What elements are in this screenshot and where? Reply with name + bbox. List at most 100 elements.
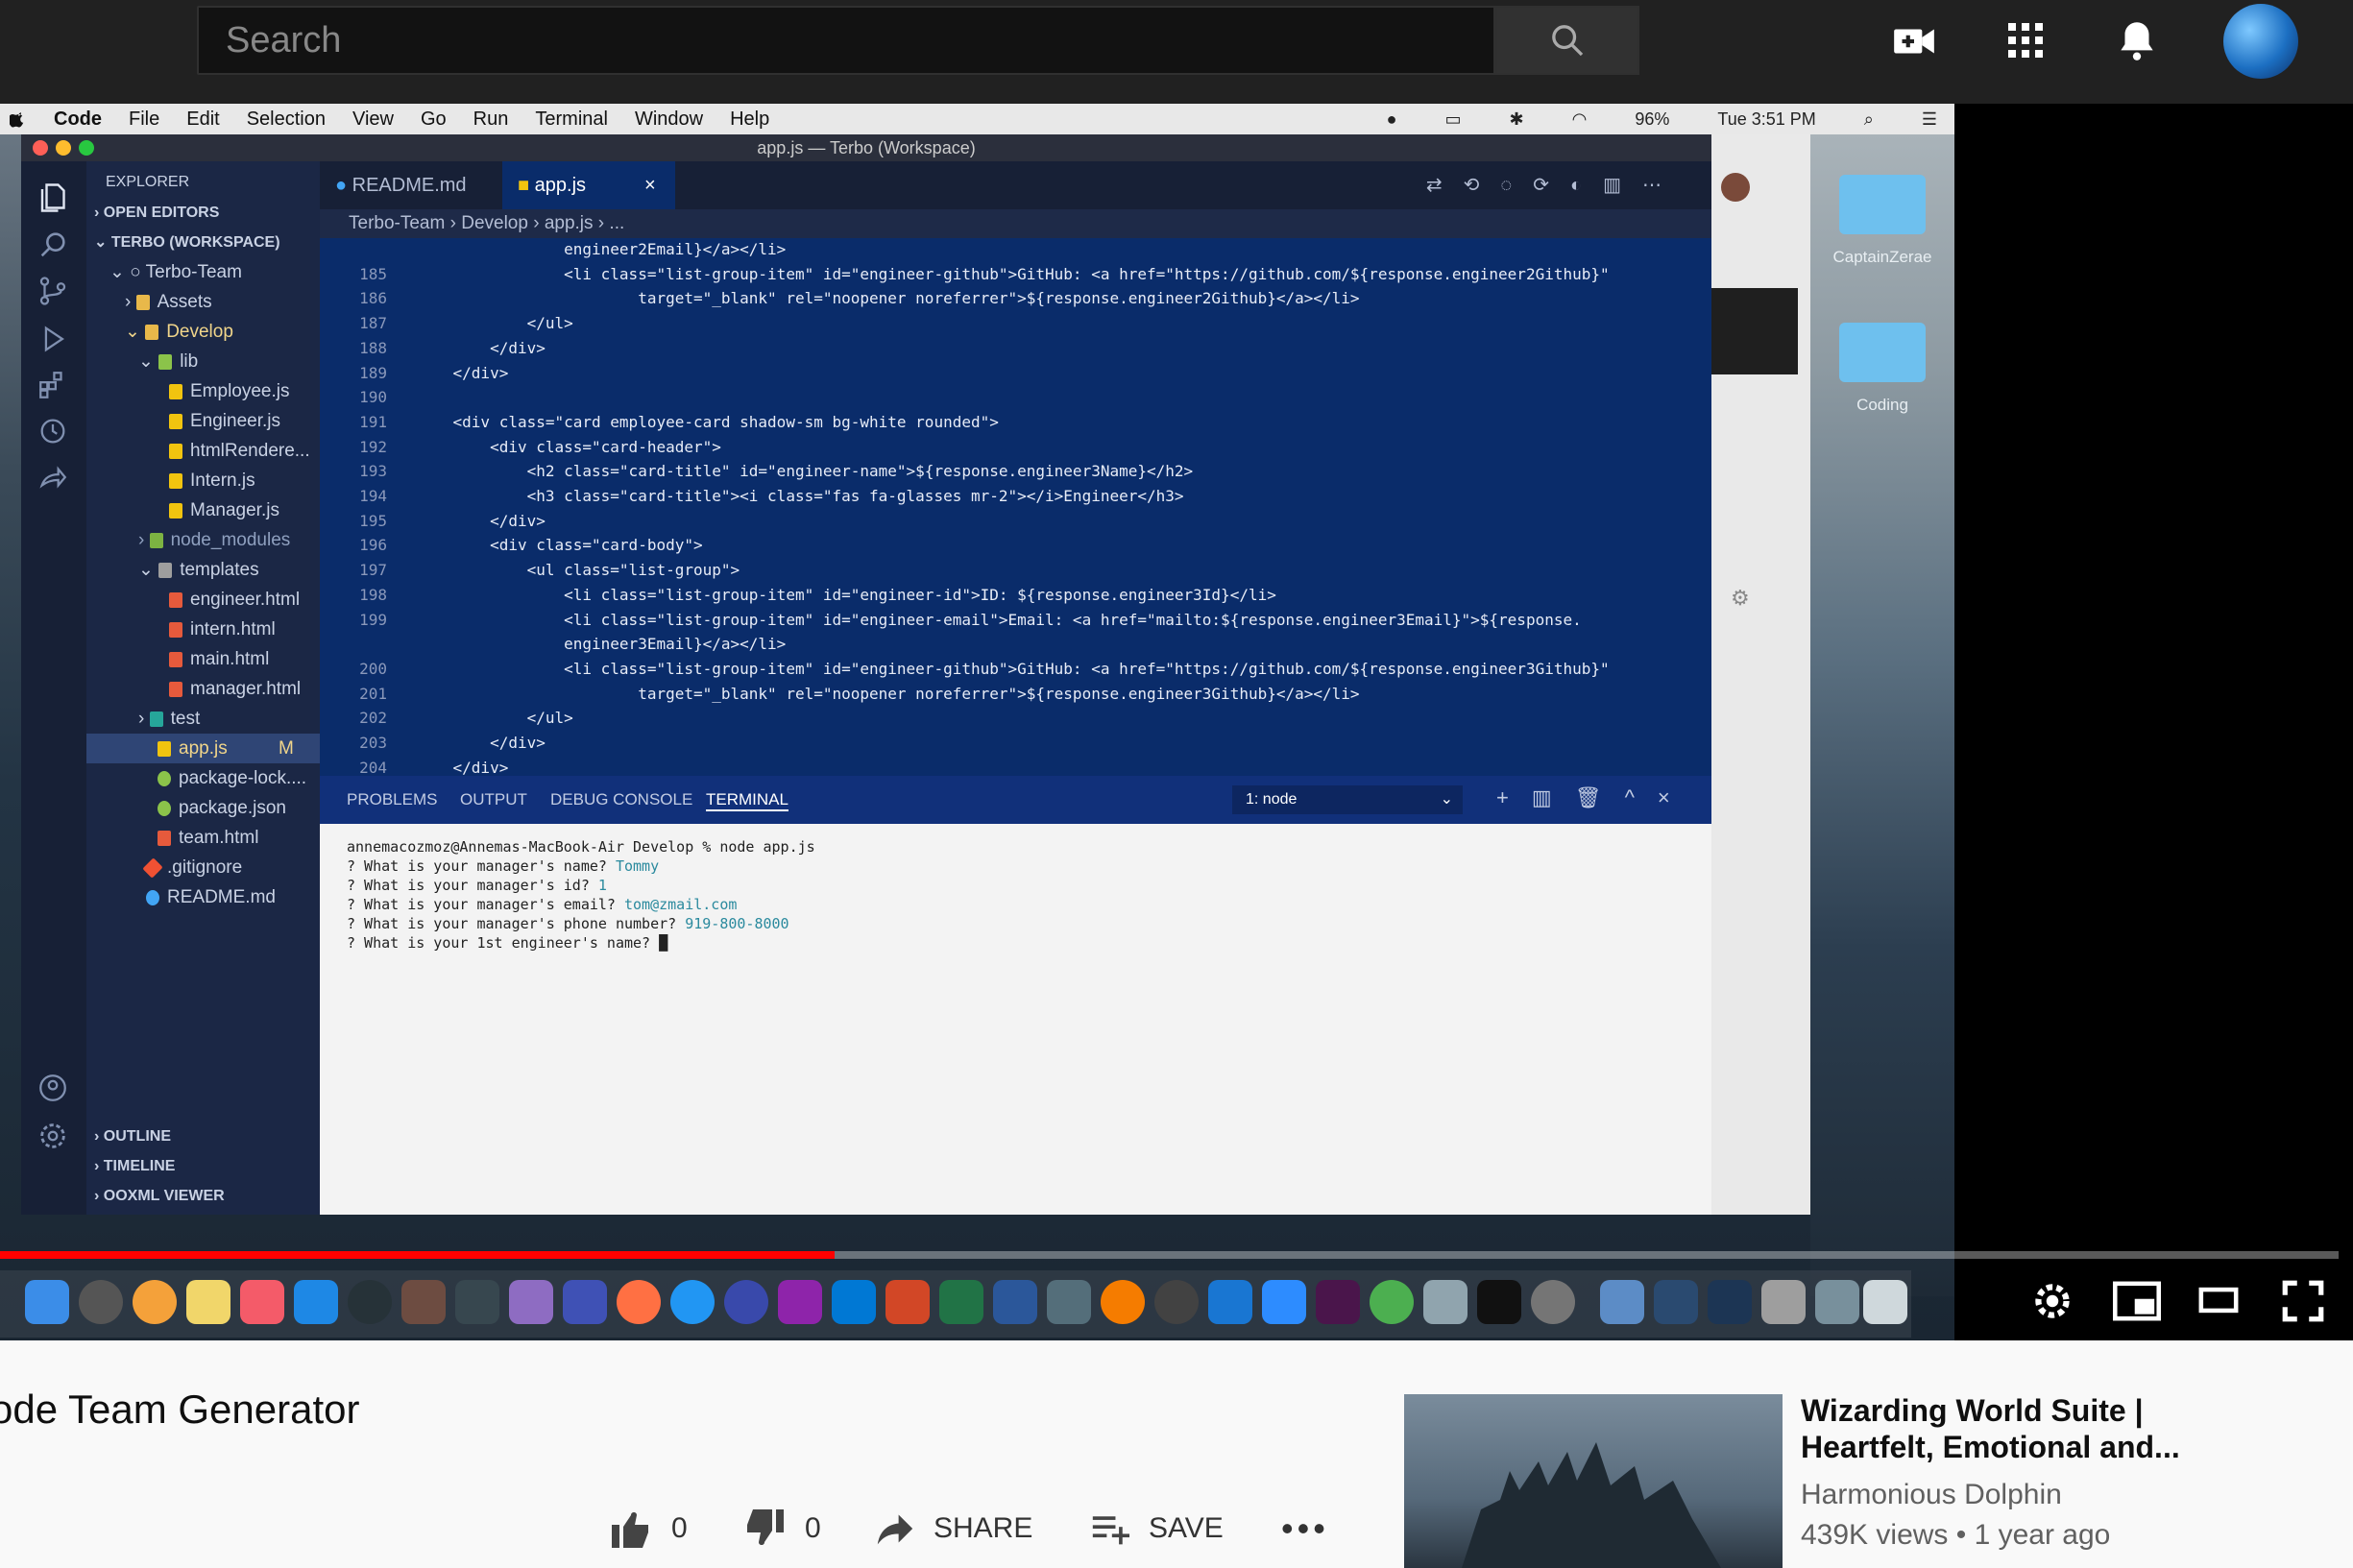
terminal[interactable]: annemacozmoz@Annemas-MacBook-Air Develop… <box>320 824 1711 1215</box>
code-line[interactable]: 194 <h3 class="card-title"><i class="fas… <box>320 487 1711 510</box>
vectornator-icon[interactable] <box>563 1280 607 1324</box>
app-icon[interactable] <box>724 1280 768 1324</box>
code-line[interactable]: 192 <div class="card-header"> <box>320 438 1711 461</box>
tab-debug-console[interactable]: DEBUG CONSOLE <box>550 790 692 809</box>
tab-app-js[interactable]: ■ app.js × <box>502 161 675 209</box>
outlook-icon[interactable] <box>832 1280 876 1324</box>
finder-icon[interactable] <box>25 1280 69 1324</box>
tree-item[interactable]: package-lock.... <box>86 763 320 793</box>
app-icon[interactable] <box>1047 1280 1091 1324</box>
apps-icon[interactable] <box>2002 17 2049 63</box>
zoom-icon[interactable] <box>1262 1280 1306 1324</box>
excel-icon[interactable] <box>939 1280 983 1324</box>
fullscreen-icon[interactable] <box>2279 1277 2327 1325</box>
downloads-stack-icon[interactable] <box>1600 1280 1644 1324</box>
photos-icon[interactable] <box>133 1280 177 1324</box>
tree-item[interactable]: ⌄ ○ Terbo-Team <box>86 257 320 287</box>
menu-view[interactable]: View <box>352 109 394 131</box>
code-line[interactable]: engineer3Email}</a></li> <box>320 635 1711 658</box>
tree-item[interactable]: ⌄ Develop <box>86 317 320 347</box>
like-button[interactable]: 0 <box>608 1509 688 1548</box>
preview-icon[interactable] <box>1423 1280 1468 1324</box>
tab-terminal[interactable]: TERMINAL <box>706 790 788 811</box>
bluetooth-icon[interactable]: ✱ <box>1510 109 1524 130</box>
tree-item[interactable]: README.md <box>86 882 320 912</box>
accounts-icon[interactable] <box>36 1072 69 1104</box>
code-line[interactable]: 201 target="_blank" rel="noopener norefe… <box>320 685 1711 708</box>
github-icon[interactable] <box>1154 1280 1199 1324</box>
code-line[interactable]: 191 <div class="card employee-card shado… <box>320 413 1711 436</box>
trash-icon[interactable] <box>1863 1280 1907 1324</box>
stack-icon[interactable] <box>1761 1280 1806 1324</box>
menu-help[interactable]: Help <box>730 109 769 131</box>
close-window-button[interactable] <box>33 140 48 156</box>
tree-item[interactable]: engineer.html <box>86 585 320 615</box>
tree-item[interactable]: Intern.js <box>86 466 320 495</box>
menu-file[interactable]: File <box>129 109 159 131</box>
search-button[interactable] <box>1495 6 1639 75</box>
menu-code[interactable]: Code <box>54 109 102 131</box>
tree-item[interactable]: intern.html <box>86 615 320 644</box>
outline-section[interactable]: › OUTLINE <box>86 1122 320 1151</box>
source-control-icon[interactable] <box>36 275 69 307</box>
app-icon[interactable] <box>1101 1280 1145 1324</box>
claquette-icon[interactable] <box>401 1280 446 1324</box>
more-actions-icon[interactable]: ••• <box>1281 1508 1329 1548</box>
vscode-icon[interactable] <box>1208 1280 1252 1324</box>
code-line[interactable]: 188 </div> <box>320 339 1711 362</box>
search-input[interactable]: Search <box>197 6 1495 75</box>
code-line[interactable]: 196 <div class="card-body"> <box>320 536 1711 559</box>
panel-actions[interactable]: +▥🗑︎^× <box>1496 785 1693 810</box>
spotlight-icon[interactable]: ⌕ <box>1864 109 1874 130</box>
code-line[interactable]: 203 </div> <box>320 734 1711 757</box>
terminal-icon[interactable] <box>1477 1280 1521 1324</box>
menu-go[interactable]: Go <box>421 109 447 131</box>
code-line[interactable]: 195 </div> <box>320 512 1711 535</box>
manage-gear-icon[interactable] <box>36 1120 69 1152</box>
search-icon[interactable] <box>36 229 69 261</box>
breadcrumb-item[interactable]: ... <box>609 213 624 233</box>
minimize-window-button[interactable] <box>56 140 71 156</box>
screenshot-icon[interactable] <box>455 1280 499 1324</box>
recommended-video-channel[interactable]: Harmonious Dolphin <box>1801 1479 2062 1511</box>
tree-item[interactable]: › Assets <box>86 287 320 317</box>
tree-item[interactable]: Employee.js <box>86 376 320 406</box>
terminal-select[interactable]: 1: node ⌄ <box>1232 785 1463 814</box>
breadcrumb-item[interactable]: Develop <box>461 213 528 233</box>
tab-output[interactable]: OUTPUT <box>460 790 527 809</box>
safari-icon[interactable] <box>670 1280 715 1324</box>
extensions-icon[interactable] <box>36 369 69 401</box>
microphone-icon[interactable]: ● <box>1387 109 1397 130</box>
app-store-icon[interactable] <box>294 1280 338 1324</box>
tree-item[interactable]: Engineer.js <box>86 406 320 436</box>
tree-item[interactable]: main.html <box>86 644 320 674</box>
powerpoint-icon[interactable] <box>885 1280 930 1324</box>
tab-problems[interactable]: PROBLEMS <box>347 790 437 809</box>
code-line[interactable]: 186 target="_blank" rel="noopener norefe… <box>320 289 1711 312</box>
airplay-icon[interactable]: ▭ <box>1445 109 1462 130</box>
notifications-icon[interactable] <box>2113 15 2161 65</box>
share-button[interactable]: SHARE <box>874 1509 1032 1548</box>
wifi-icon[interactable]: ◠ <box>1572 109 1588 130</box>
dislike-button[interactable]: 0 <box>741 1509 821 1548</box>
code-line[interactable]: 198 <li class="list-group-item" id="engi… <box>320 586 1711 609</box>
close-tab-icon[interactable]: × <box>644 161 656 209</box>
recommended-video-thumbnail[interactable] <box>1404 1394 1783 1568</box>
app-icon[interactable] <box>778 1280 822 1324</box>
quicktime-icon[interactable] <box>348 1280 392 1324</box>
control-center-icon[interactable]: ☰ <box>1922 109 1937 130</box>
timeline-icon[interactable] <box>36 415 69 447</box>
code-editor[interactable]: engineer2Email}</a></li> 185 <li class="l… <box>320 238 1711 776</box>
code-line[interactable]: 189 </div> <box>320 364 1711 387</box>
tree-item[interactable]: ⌄ lib <box>86 347 320 376</box>
stack-icon[interactable] <box>1815 1280 1859 1324</box>
chrome-icon[interactable] <box>1370 1280 1414 1324</box>
video-player[interactable]: CaptainZerae Coding Code File Edit Selec… <box>0 104 2353 1340</box>
breadcrumb-item[interactable]: app.js <box>545 213 594 233</box>
create-video-icon[interactable] <box>1890 17 1938 65</box>
editor-actions[interactable]: ⇄⟲◌⟳◐▥⋯ <box>1426 173 1683 197</box>
code-line[interactable]: 187 </ul> <box>320 314 1711 337</box>
open-editors-section[interactable]: › OPEN EDITORS <box>86 198 320 228</box>
battery-percent[interactable]: 96% <box>1635 109 1669 130</box>
notes-icon[interactable] <box>186 1280 230 1324</box>
